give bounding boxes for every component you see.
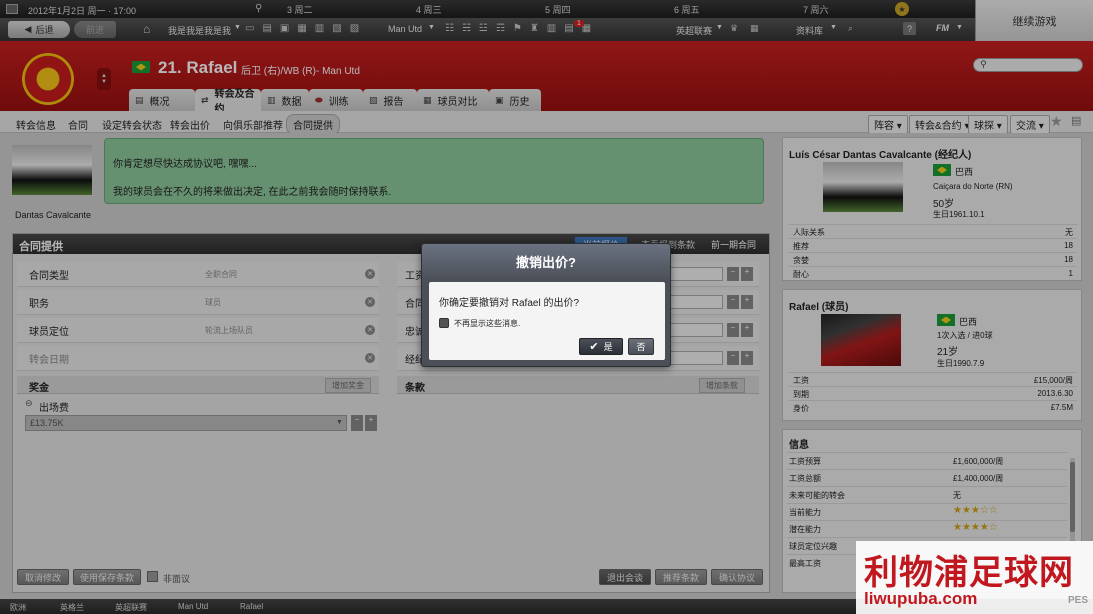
yes-label: 是 (603, 342, 613, 352)
yes-button[interactable]: ✔ 是 (579, 338, 623, 355)
watermark-url: liwupuba.com (864, 589, 978, 608)
watermark-title: 利物浦足球网 (864, 554, 1074, 592)
dialog-question: 你确定要撤销对 Rafael 的出价? (439, 298, 580, 309)
no-button[interactable]: 否 (628, 338, 654, 355)
dialog-title: 撤销出价? (516, 254, 576, 270)
no-label: 否 (636, 342, 646, 352)
dialog-body: 你确定要撤销对 Rafael 的出价? 不再显示这些消息. ✔ 是 否 (429, 282, 665, 360)
site-watermark: 利物浦足球网 liwupuba.com PES (856, 541, 1093, 614)
watermark-pes: PES (1068, 595, 1089, 606)
check-icon: ✔ (589, 341, 599, 353)
dont-show-checkbox[interactable] (439, 318, 449, 328)
dont-show-label: 不再显示这些消息. (454, 319, 521, 328)
dialog-titlebar: 撤销出价? (422, 244, 670, 278)
withdraw-offer-dialog: 撤销出价? 你确定要撤销对 Rafael 的出价? 不再显示这些消息. ✔ 是 否 (421, 243, 671, 367)
